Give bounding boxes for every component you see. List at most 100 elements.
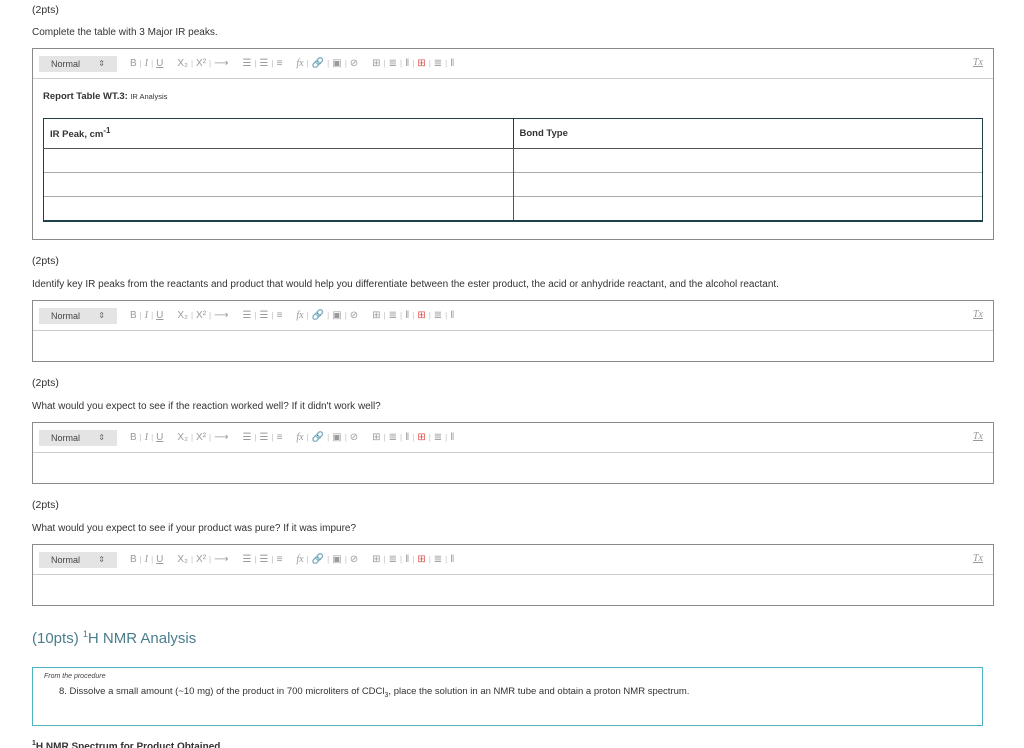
underline-icon[interactable]: U bbox=[155, 432, 164, 444]
format-select-value: Normal bbox=[51, 58, 81, 69]
delete-column-icon[interactable]: ‖ bbox=[449, 310, 455, 322]
bold-icon[interactable]: B bbox=[129, 554, 138, 566]
formula-icon[interactable]: fx bbox=[295, 310, 304, 322]
subscript-icon[interactable]: X₂ bbox=[176, 310, 189, 322]
link-icon[interactable]: 🔗 bbox=[311, 58, 325, 70]
underline-icon[interactable]: U bbox=[155, 58, 164, 70]
delete-row-icon[interactable]: ≣ bbox=[433, 58, 443, 70]
insert-row-icon[interactable]: ≣ bbox=[388, 58, 398, 70]
superscript-icon[interactable]: X² bbox=[195, 58, 207, 70]
delete-column-icon[interactable]: ‖ bbox=[449, 432, 455, 444]
attachment-icon[interactable]: ⊘ bbox=[349, 554, 359, 566]
align-icon[interactable]: ≡ bbox=[276, 432, 284, 444]
align-icon[interactable]: ≡ bbox=[276, 58, 284, 70]
table-icon[interactable]: ⊞ bbox=[371, 58, 381, 70]
clear-format-icon[interactable]: Tx bbox=[973, 309, 983, 320]
image-icon[interactable]: ▣ bbox=[331, 58, 342, 70]
header-superscript: -1 bbox=[103, 126, 111, 136]
unordered-list-icon[interactable]: ☰ bbox=[259, 310, 270, 322]
image-icon[interactable]: ▣ bbox=[331, 554, 342, 566]
image-icon[interactable]: ▣ bbox=[331, 310, 342, 322]
ir-peak-cell[interactable] bbox=[43, 172, 514, 197]
insert-row-icon[interactable]: ≣ bbox=[388, 432, 398, 444]
align-icon[interactable]: ≡ bbox=[276, 554, 284, 566]
image-icon[interactable]: ▣ bbox=[331, 432, 342, 444]
arrow-icon[interactable]: ⟶ bbox=[213, 432, 229, 444]
delete-table-icon[interactable]: ⊞ bbox=[416, 432, 426, 444]
arrow-icon[interactable]: ⟶ bbox=[213, 58, 229, 70]
ordered-list-icon[interactable]: ☰ bbox=[241, 554, 252, 566]
format-select[interactable]: Normal ⇕ bbox=[39, 551, 117, 568]
table-icon[interactable]: ⊞ bbox=[371, 310, 381, 322]
arrow-icon[interactable]: ⟶ bbox=[213, 310, 229, 322]
bond-type-cell[interactable] bbox=[512, 196, 983, 222]
format-select[interactable]: Normal ⇕ bbox=[39, 307, 117, 324]
ordered-list-icon[interactable]: ☰ bbox=[241, 58, 252, 70]
bold-icon[interactable]: B bbox=[129, 310, 138, 322]
delete-table-icon[interactable]: ⊞ bbox=[416, 58, 426, 70]
unordered-list-icon[interactable]: ☰ bbox=[259, 58, 270, 70]
align-icon[interactable]: ≡ bbox=[276, 310, 284, 322]
ir-peak-cell[interactable] bbox=[43, 196, 514, 222]
report-table-title: Report Table WT.3: IR Analysis bbox=[43, 91, 993, 102]
attachment-icon[interactable]: ⊘ bbox=[349, 58, 359, 70]
underline-icon[interactable]: U bbox=[155, 310, 164, 322]
table-icon[interactable]: ⊞ bbox=[371, 554, 381, 566]
formula-icon[interactable]: fx bbox=[295, 554, 304, 566]
link-icon[interactable]: 🔗 bbox=[311, 310, 325, 322]
attachment-icon[interactable]: ⊘ bbox=[349, 432, 359, 444]
clear-format-icon[interactable]: Tx bbox=[973, 431, 983, 442]
unordered-list-icon[interactable]: ☰ bbox=[259, 432, 270, 444]
table-row bbox=[43, 148, 983, 173]
link-icon[interactable]: 🔗 bbox=[311, 554, 325, 566]
insert-row-icon[interactable]: ≣ bbox=[388, 310, 398, 322]
bond-type-cell[interactable] bbox=[512, 148, 983, 173]
report-table-subtitle: IR Analysis bbox=[130, 92, 168, 101]
delete-column-icon[interactable]: ‖ bbox=[449, 58, 455, 70]
insert-row-icon[interactable]: ≣ bbox=[388, 554, 398, 566]
bold-icon[interactable]: B bbox=[129, 432, 138, 444]
subscript-icon[interactable]: X₂ bbox=[176, 432, 189, 444]
procedure-step-text-end: , place the solution in an NMR tube and … bbox=[388, 686, 690, 697]
delete-column-icon[interactable]: ‖ bbox=[449, 554, 455, 566]
superscript-icon[interactable]: X² bbox=[195, 310, 207, 322]
attachment-icon[interactable]: ⊘ bbox=[349, 310, 359, 322]
delete-row-icon[interactable]: ≣ bbox=[433, 310, 443, 322]
procedure-step-text: 8. Dissolve a small amount (~10 mg) of t… bbox=[59, 686, 385, 697]
clear-format-icon[interactable]: Tx bbox=[973, 57, 983, 68]
delete-table-icon[interactable]: ⊞ bbox=[416, 310, 426, 322]
subscript-icon[interactable]: X₂ bbox=[176, 58, 189, 70]
nmr-points: (10pts) bbox=[32, 630, 83, 647]
clear-format-icon[interactable]: Tx bbox=[973, 553, 983, 564]
underline-icon[interactable]: U bbox=[155, 554, 164, 566]
ir-peak-cell[interactable] bbox=[43, 148, 514, 173]
editor-toolbar: Normal ⇕ B | I | U X₂ | X² | ⟶ ☰ | ☰ | ≡ fx | 🔗… bbox=[33, 423, 993, 453]
superscript-icon[interactable]: X² bbox=[195, 554, 207, 566]
table-icon[interactable]: ⊞ bbox=[371, 432, 381, 444]
procedure-step: 8. Dissolve a small amount (~10 mg) of t… bbox=[59, 686, 982, 699]
subscript-icon[interactable]: X₂ bbox=[176, 554, 189, 566]
points-label-2: (2pts) bbox=[32, 255, 59, 267]
format-select[interactable]: Normal ⇕ bbox=[39, 429, 117, 446]
formula-icon[interactable]: fx bbox=[295, 432, 304, 444]
format-select[interactable]: Normal ⇕ bbox=[39, 55, 117, 72]
table-row bbox=[43, 196, 983, 222]
bold-icon[interactable]: B bbox=[129, 58, 138, 70]
delete-table-icon[interactable]: ⊞ bbox=[416, 554, 426, 566]
report-table-label: Report Table WT.3: bbox=[43, 91, 128, 102]
procedure-box: From the procedure 8. Dissolve a small a… bbox=[32, 667, 983, 726]
delete-row-icon[interactable]: ≣ bbox=[433, 432, 443, 444]
formula-icon[interactable]: fx bbox=[295, 58, 304, 70]
ordered-list-icon[interactable]: ☰ bbox=[241, 310, 252, 322]
link-icon[interactable]: 🔗 bbox=[311, 432, 325, 444]
unordered-list-icon[interactable]: ☰ bbox=[259, 554, 270, 566]
answer-input-3[interactable] bbox=[33, 453, 993, 483]
arrow-icon[interactable]: ⟶ bbox=[213, 554, 229, 566]
bond-type-cell[interactable] bbox=[512, 172, 983, 197]
ordered-list-icon[interactable]: ☰ bbox=[241, 432, 252, 444]
superscript-icon[interactable]: X² bbox=[195, 432, 207, 444]
table-row bbox=[43, 172, 983, 197]
answer-input-2[interactable] bbox=[33, 331, 993, 361]
delete-row-icon[interactable]: ≣ bbox=[433, 554, 443, 566]
answer-input-4[interactable] bbox=[33, 575, 993, 605]
